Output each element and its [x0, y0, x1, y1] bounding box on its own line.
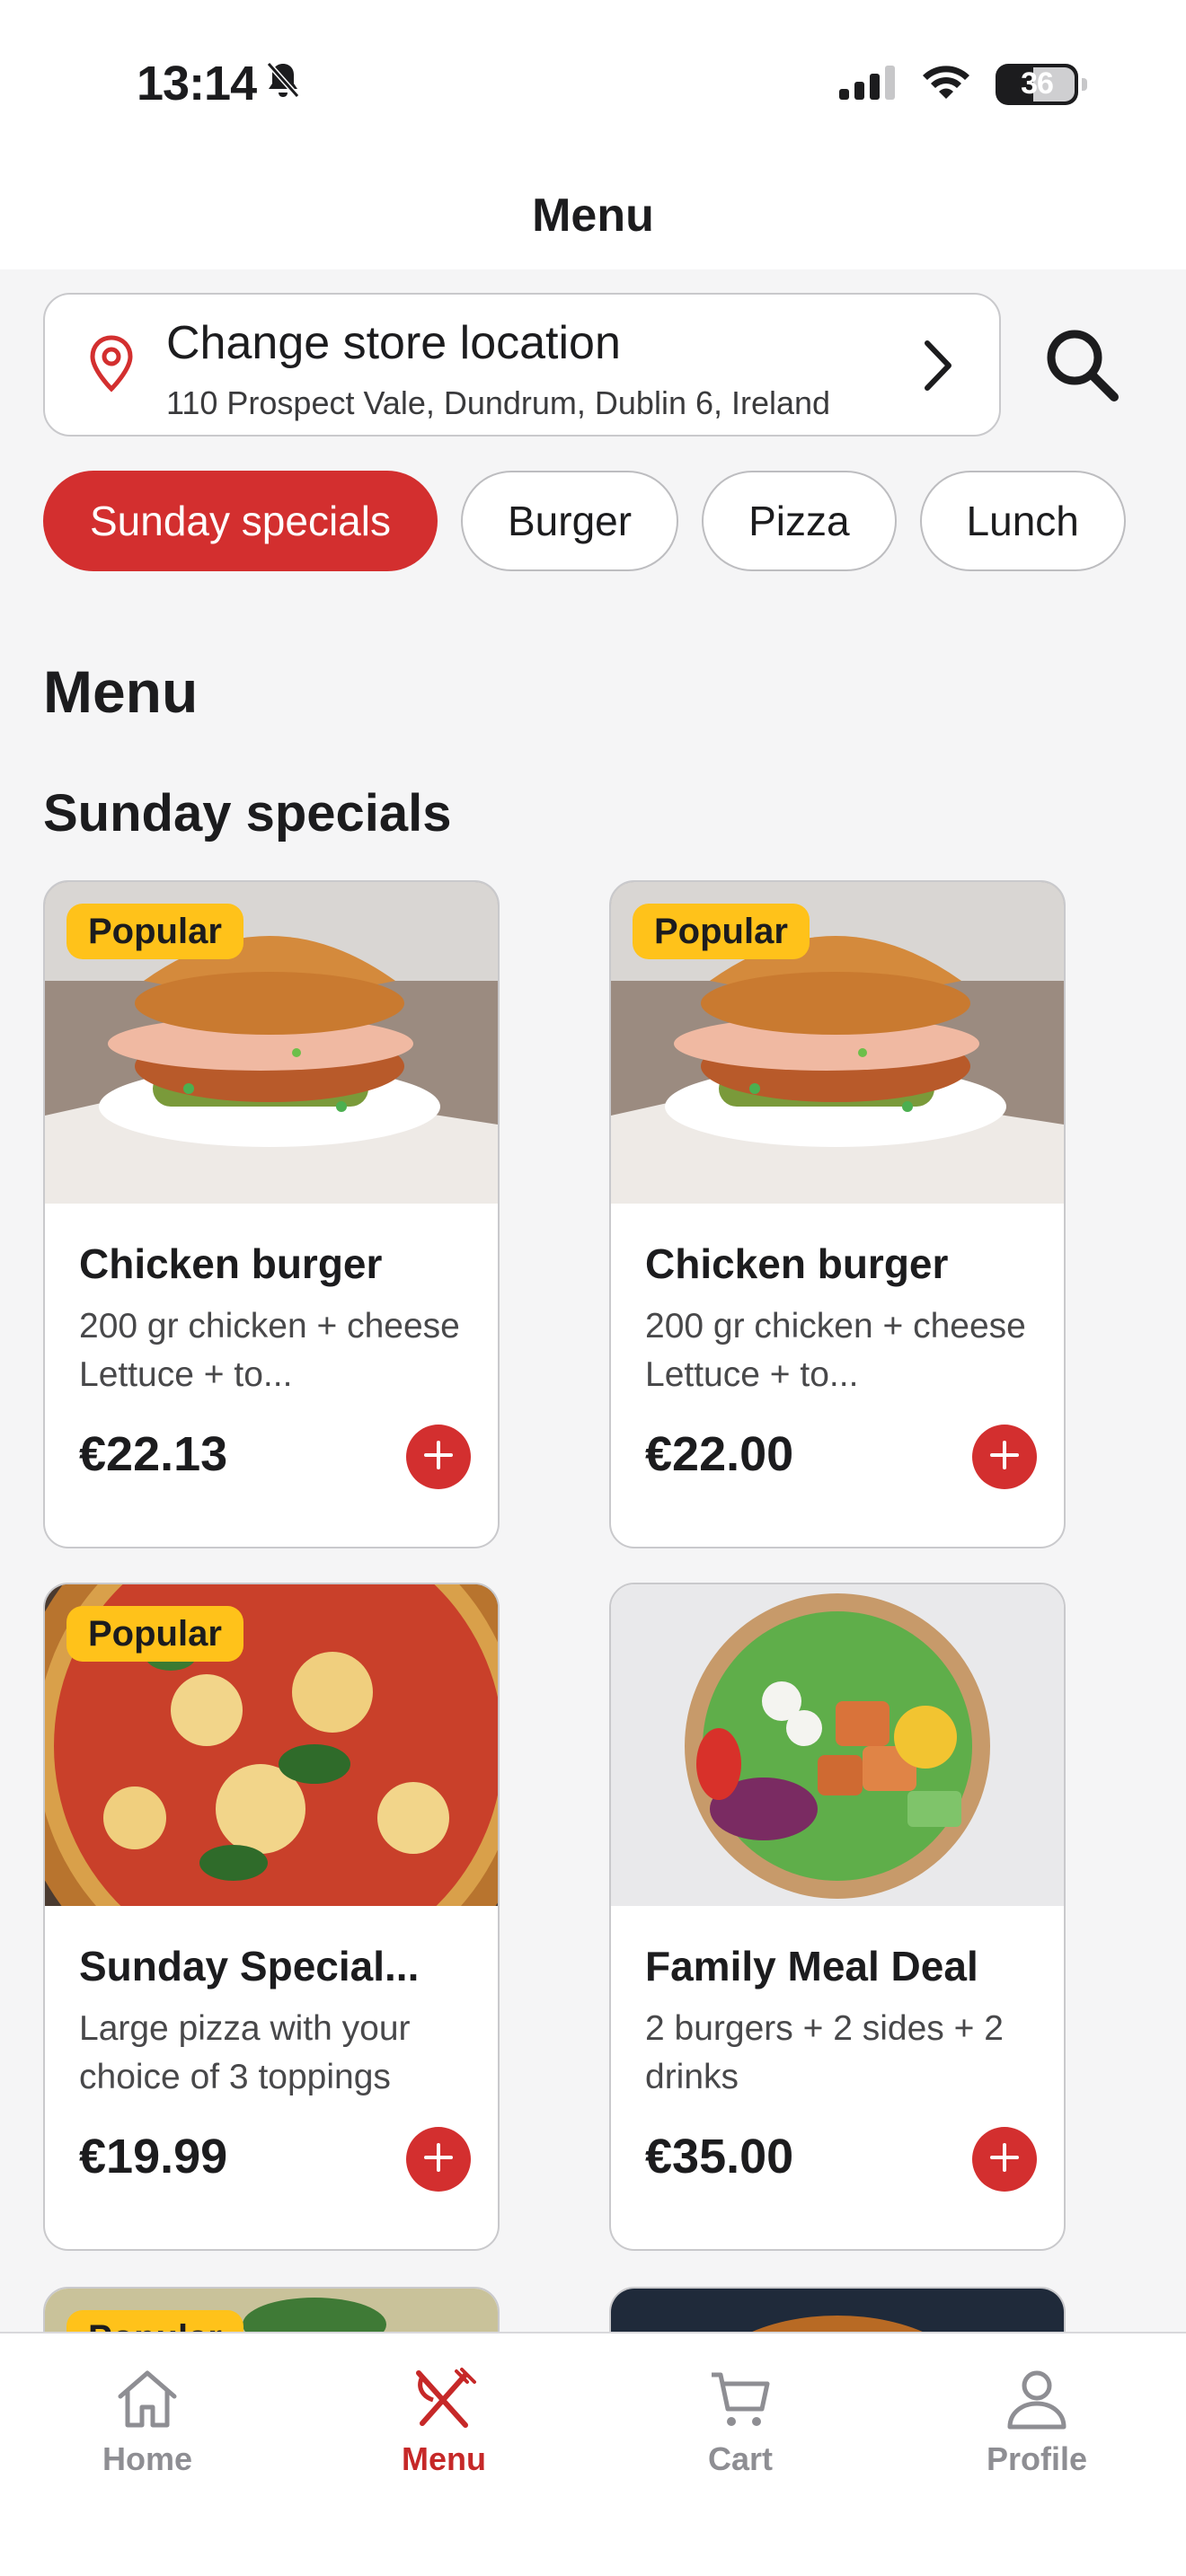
tab-home-label: Home [102, 2440, 193, 2477]
cart-icon [706, 2372, 774, 2434]
category-chips: Sunday specials Burger Pizza Lunch [43, 471, 1126, 571]
salad-bowl-image [611, 1584, 1064, 1906]
add-to-cart-button[interactable] [406, 1425, 471, 1489]
tab-menu[interactable]: Menu [354, 2368, 534, 2478]
add-to-cart-button[interactable] [972, 1425, 1037, 1489]
location-pin-icon [88, 334, 135, 398]
store-address: 110 Prospect Vale, Dundrum, Dublin 6, Ir… [166, 384, 831, 421]
popular-badge: Popular [66, 904, 243, 959]
top-bar: 13:14 36 Menu [0, 0, 1186, 269]
pizza-image: Popular [45, 1584, 498, 1906]
item-description: Large pizza with your choice of 3 toppin… [79, 2009, 411, 2096]
item-price: €22.00 [645, 1427, 794, 1481]
menu-item-card[interactable]: Popular Sunday Special... Large pizza wi… [43, 1583, 500, 2251]
chip-pizza[interactable]: Pizza [702, 471, 897, 571]
tab-menu-label: Menu [402, 2440, 486, 2477]
menu-item-card[interactable]: Popular Chicken burger 200 gr chicken + … [609, 880, 1066, 1548]
tab-bar: Home Menu Cart Profile [0, 2332, 1186, 2576]
item-title: Chicken burger [79, 1240, 383, 1287]
page-title: Menu [532, 190, 654, 242]
battery-icon: 36 [996, 63, 1087, 105]
popular-badge: Popular [633, 904, 810, 959]
battery-level: 36 [1021, 66, 1054, 101]
plus-icon [987, 1437, 1022, 1478]
status-time-text: 13:14 [137, 57, 257, 110]
item-title: Chicken burger [645, 1240, 949, 1287]
status-icons: 36 [839, 63, 1087, 105]
change-store-location-button[interactable]: Change store location 110 Prospect Vale,… [43, 293, 1001, 437]
chip-lunch[interactable]: Lunch [919, 471, 1126, 571]
chevron-right-icon [920, 338, 956, 398]
item-description: 200 gr chicken + cheese Lettuce + to... [645, 1307, 1026, 1394]
item-title: Family Meal Deal [645, 1943, 978, 1989]
add-to-cart-button[interactable] [406, 2127, 471, 2192]
item-title: Sunday Special... [79, 1943, 420, 1989]
menu-item-card[interactable]: Popular Chicken burger 200 gr chicken + … [43, 880, 500, 1548]
tab-cart[interactable]: Cart [651, 2368, 830, 2478]
item-price: €19.99 [79, 2130, 228, 2183]
wifi-icon [920, 63, 972, 105]
person-icon [1003, 2370, 1071, 2434]
chip-burger[interactable]: Burger [460, 471, 679, 571]
tab-home[interactable]: Home [58, 2368, 237, 2478]
burger-image: Popular [45, 882, 498, 1204]
item-price: €35.00 [645, 2130, 794, 2183]
tab-cart-label: Cart [707, 2440, 774, 2477]
plus-icon [420, 1437, 456, 1478]
item-description: 2 burgers + 2 sides + 2 drinks [645, 2009, 1004, 2096]
tab-profile-label: Profile [986, 2440, 1088, 2477]
chip-sunday-specials[interactable]: Sunday specials [43, 471, 438, 571]
fork-knife-icon [410, 2368, 478, 2434]
item-price: €22.13 [79, 1427, 228, 1481]
bell-slash-icon [265, 56, 301, 111]
status-time: 13:14 [137, 56, 301, 111]
plus-icon [987, 2139, 1022, 2180]
store-location-title: Change store location [166, 317, 621, 369]
search-button[interactable] [1037, 322, 1127, 411]
item-description: 200 gr chicken + cheese Lettuce + to... [79, 1307, 460, 1394]
add-to-cart-button[interactable] [972, 2127, 1037, 2192]
signal-icon [839, 64, 897, 104]
section-heading: Sunday specials [43, 784, 452, 842]
menu-item-card[interactable]: Family Meal Deal 2 burgers + 2 sides + 2… [609, 1583, 1066, 2251]
plus-icon [420, 2139, 456, 2180]
burger-image: Popular [611, 882, 1064, 1204]
tab-profile[interactable]: Profile [947, 2368, 1127, 2478]
menu-heading: Menu [43, 658, 199, 725]
home-icon [113, 2370, 181, 2434]
popular-badge: Popular [66, 1606, 243, 1662]
search-icon [1042, 325, 1121, 409]
